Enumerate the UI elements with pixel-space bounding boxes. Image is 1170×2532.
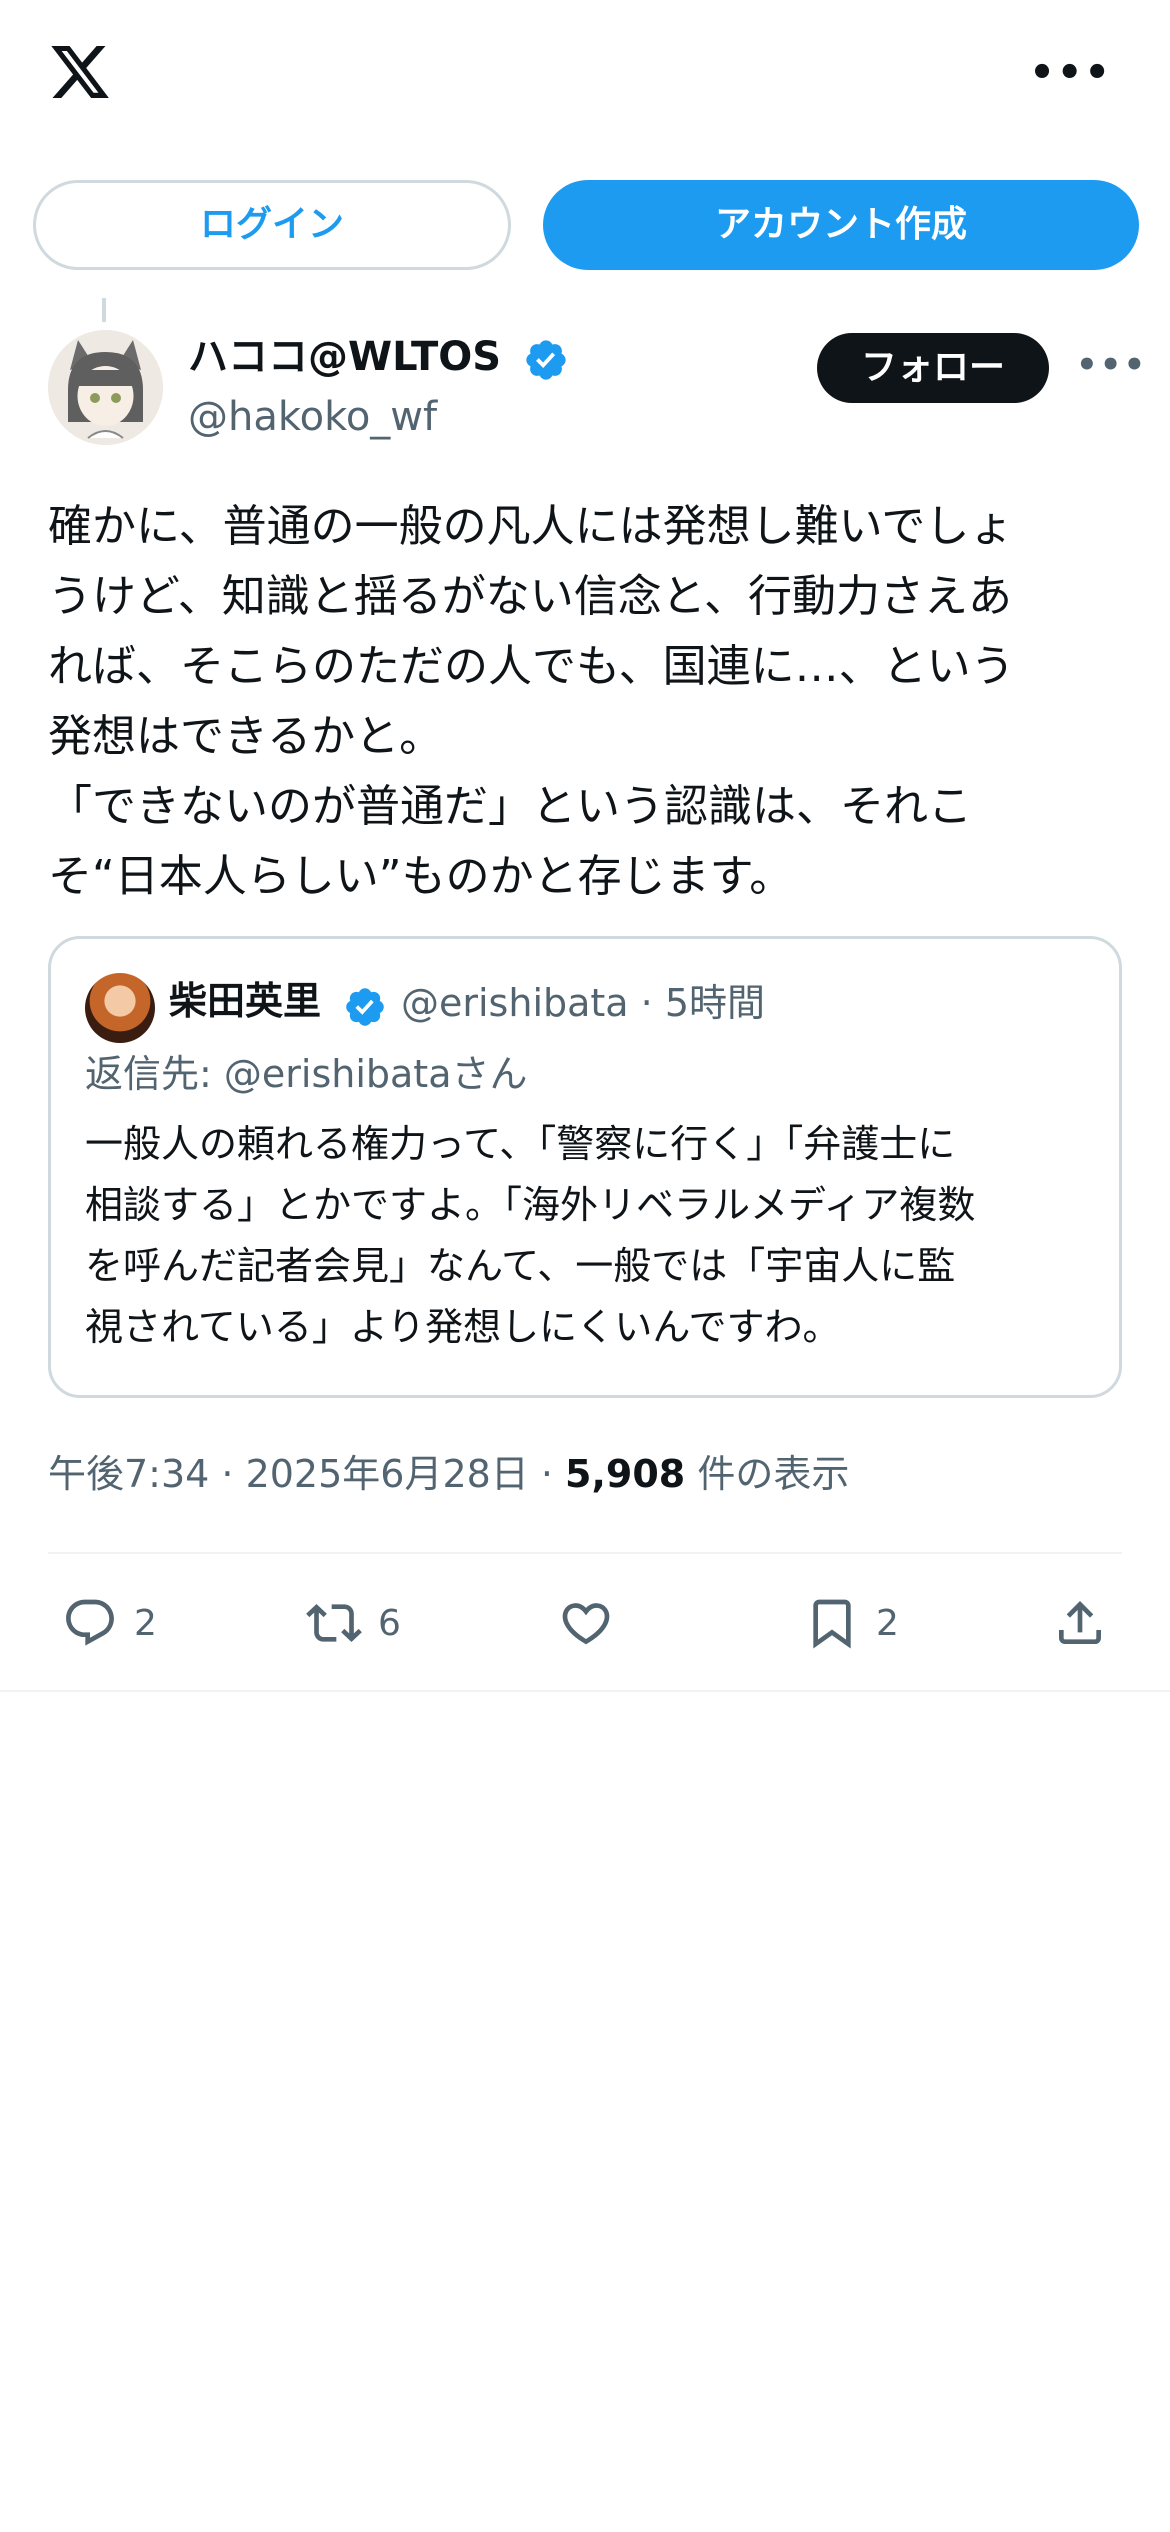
reply-button[interactable]: 2 <box>62 1580 157 1666</box>
quoted-avatar[interactable] <box>85 973 155 1043</box>
bookmark-icon <box>813 1599 851 1649</box>
divider <box>48 1552 1122 1554</box>
like-button[interactable] <box>558 1580 630 1666</box>
tweet-meta: 午後7:34 · 2025年6月28日 · 5,908 件の表示 <box>48 1446 849 1502</box>
reply-icon <box>66 1599 114 1646</box>
views-label: 件の表示 <box>685 1452 850 1496</box>
thread-connector <box>102 298 106 322</box>
tweet-timestamp[interactable]: 午後7:34 · 2025年6月28日 · <box>48 1452 565 1496</box>
reply-count: 2 <box>134 1602 157 1644</box>
views-count: 5,908 <box>565 1452 686 1496</box>
tweet-more-icon[interactable]: ••• <box>1076 348 1147 382</box>
author-handle[interactable]: @hakoko_wf <box>188 392 437 442</box>
follow-button[interactable]: フォロー <box>817 333 1049 403</box>
quoted-tweet-text: 一般人の頼れる権力って、「警察に行く」「弁護士に 相談する」とかですよ。「海外リ… <box>85 1122 976 1349</box>
retweet-count: 6 <box>378 1602 401 1644</box>
tweet-text: 確かに、普通の一般の凡人には発想し難いでしょ うけど、知識と揺るがない信念と、行… <box>48 501 1015 902</box>
bookmark-count: 2 <box>876 1602 899 1644</box>
avatar[interactable] <box>48 330 163 445</box>
more-menu-icon[interactable]: ••• <box>1029 53 1112 93</box>
share-button[interactable] <box>1052 1580 1108 1666</box>
author-name[interactable]: ハココ@WLTOS <box>188 332 501 382</box>
quoted-tweet[interactable]: 柴田英里 @erishibata · 5時間 返信先: @erishibataさ… <box>48 936 1122 1398</box>
retweet-button[interactable]: 6 <box>306 1580 401 1666</box>
quoted-author-handle: @erishibata · 5時間 <box>401 981 766 1025</box>
quoted-reply-to: 返信先: @erishibataさん <box>85 1052 528 1096</box>
verified-badge-icon <box>346 988 384 1026</box>
share-icon <box>1059 1601 1101 1644</box>
login-button[interactable]: ログイン <box>33 180 511 270</box>
action-bar: 2 6 2 <box>0 1580 1170 1666</box>
retweet-icon <box>306 1604 362 1642</box>
divider <box>0 1690 1170 1692</box>
auth-buttons: ログイン アカウント作成 <box>33 180 1139 270</box>
heart-icon <box>562 1603 610 1645</box>
verified-badge-icon <box>526 340 566 380</box>
bookmark-button[interactable]: 2 <box>804 1580 899 1666</box>
top-bar: ••• <box>0 0 1170 150</box>
quoted-author-name: 柴田英里 <box>169 979 322 1023</box>
x-logo-icon[interactable] <box>46 40 114 104</box>
create-account-button[interactable]: アカウント作成 <box>543 180 1139 270</box>
